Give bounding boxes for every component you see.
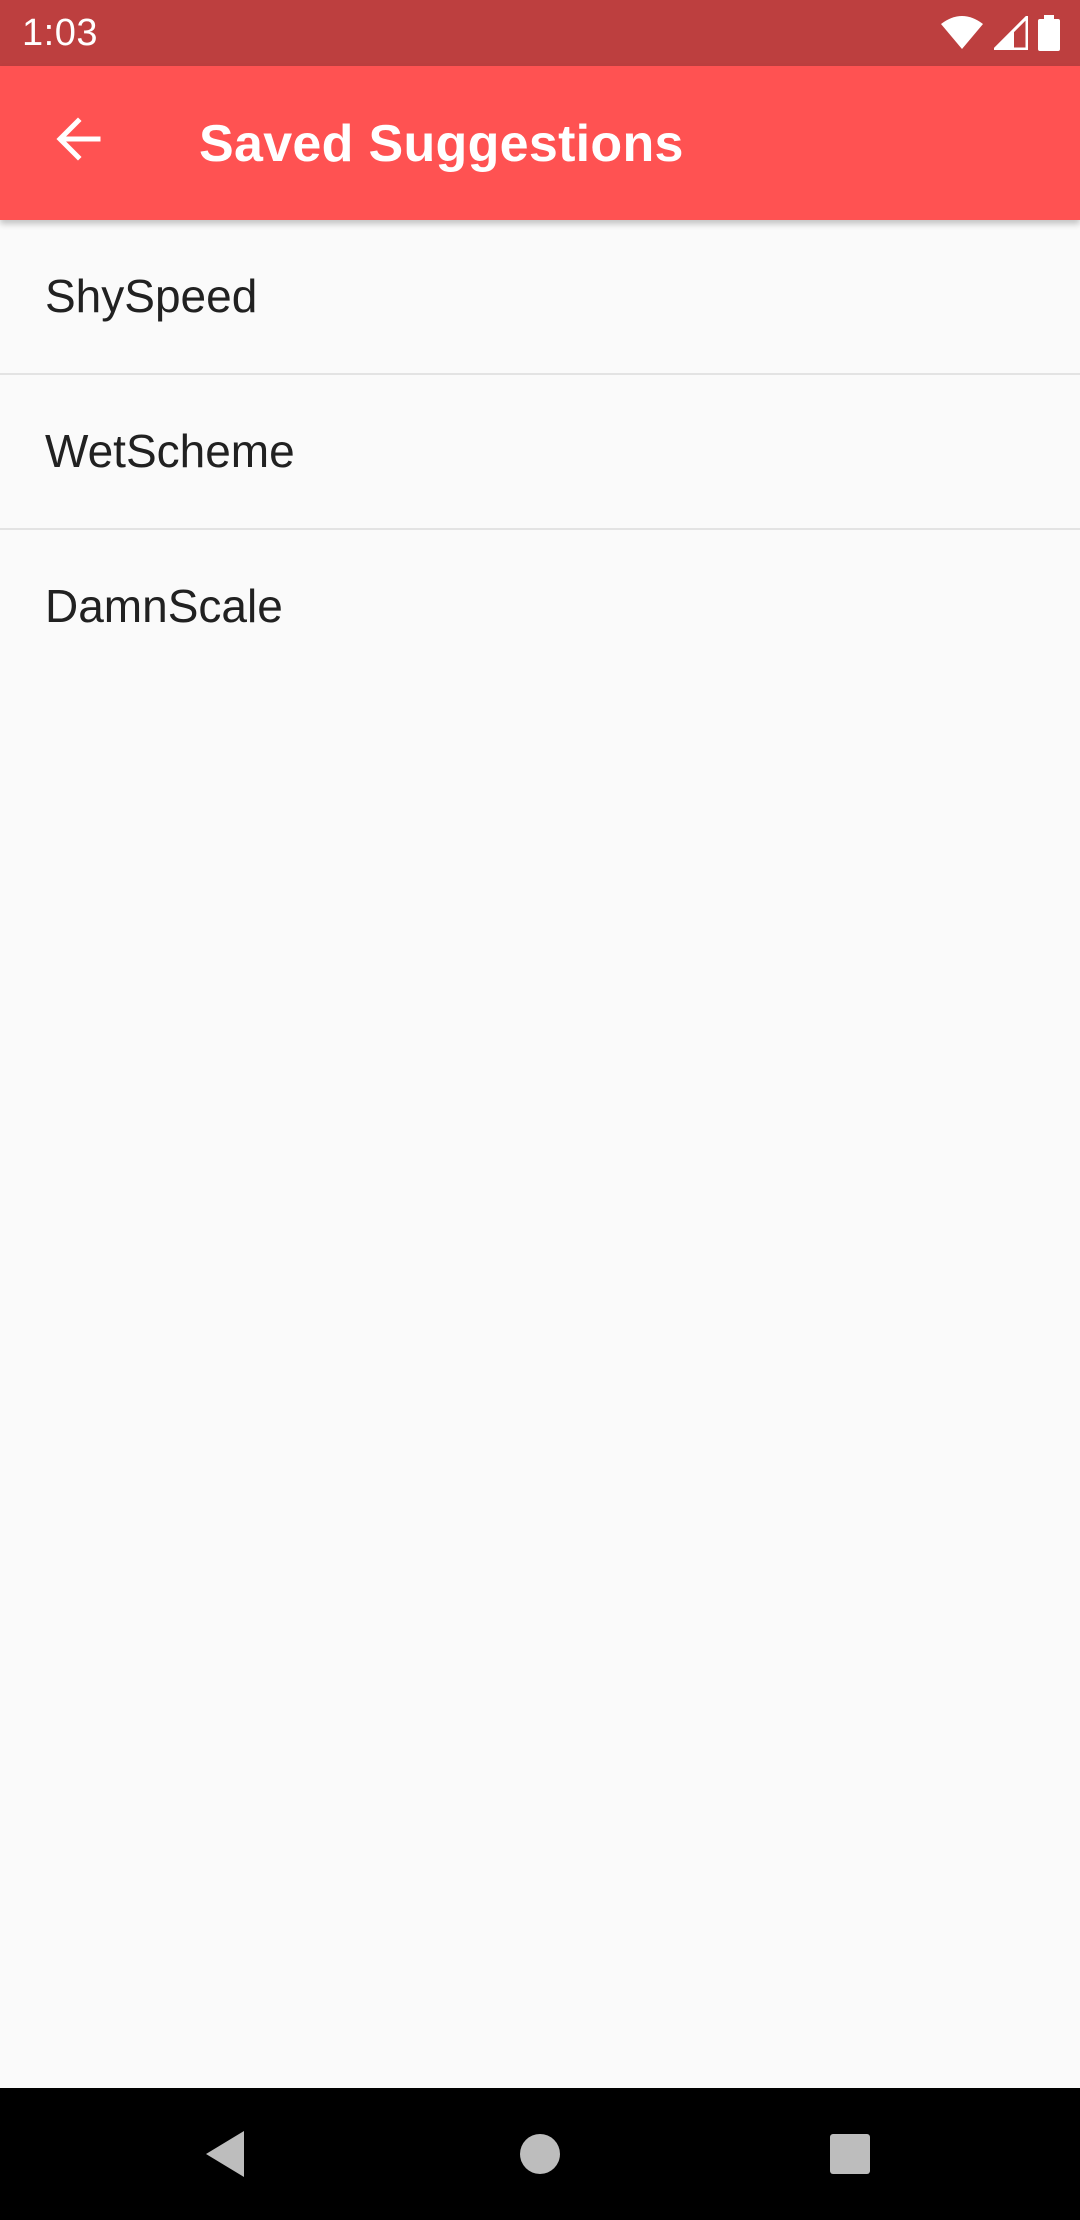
app-bar: Saved Suggestions — [0, 66, 1080, 220]
arrow-back-icon — [56, 117, 101, 161]
status-icons — [940, 14, 1060, 52]
list-item[interactable]: DamnScale — [0, 530, 1080, 683]
nav-home-button[interactable] — [500, 2114, 580, 2194]
saved-suggestions-list: ShySpeed WetScheme DamnScale — [0, 220, 1080, 683]
wifi-icon — [941, 16, 983, 49]
page-title: Saved Suggestions — [199, 115, 684, 173]
home-circle-icon — [520, 2134, 560, 2174]
list-item-label: WetScheme — [45, 425, 295, 477]
status-time: 1:03 — [22, 12, 98, 54]
status-bar: 1:03 — [0, 0, 1080, 66]
nav-recents-button[interactable] — [810, 2114, 890, 2194]
nav-back-button[interactable] — [186, 2114, 266, 2194]
signal-icon — [994, 16, 1028, 50]
battery-icon — [1038, 15, 1060, 51]
list-item[interactable]: ShySpeed — [0, 220, 1080, 375]
back-triangle-icon — [206, 2131, 244, 2177]
recents-square-icon — [830, 2134, 870, 2174]
back-button[interactable] — [40, 101, 116, 177]
list-item[interactable]: WetScheme — [0, 375, 1080, 530]
navigation-bar — [0, 2088, 1080, 2220]
list-item-label: DamnScale — [45, 580, 283, 632]
list-item-label: ShySpeed — [45, 270, 258, 322]
